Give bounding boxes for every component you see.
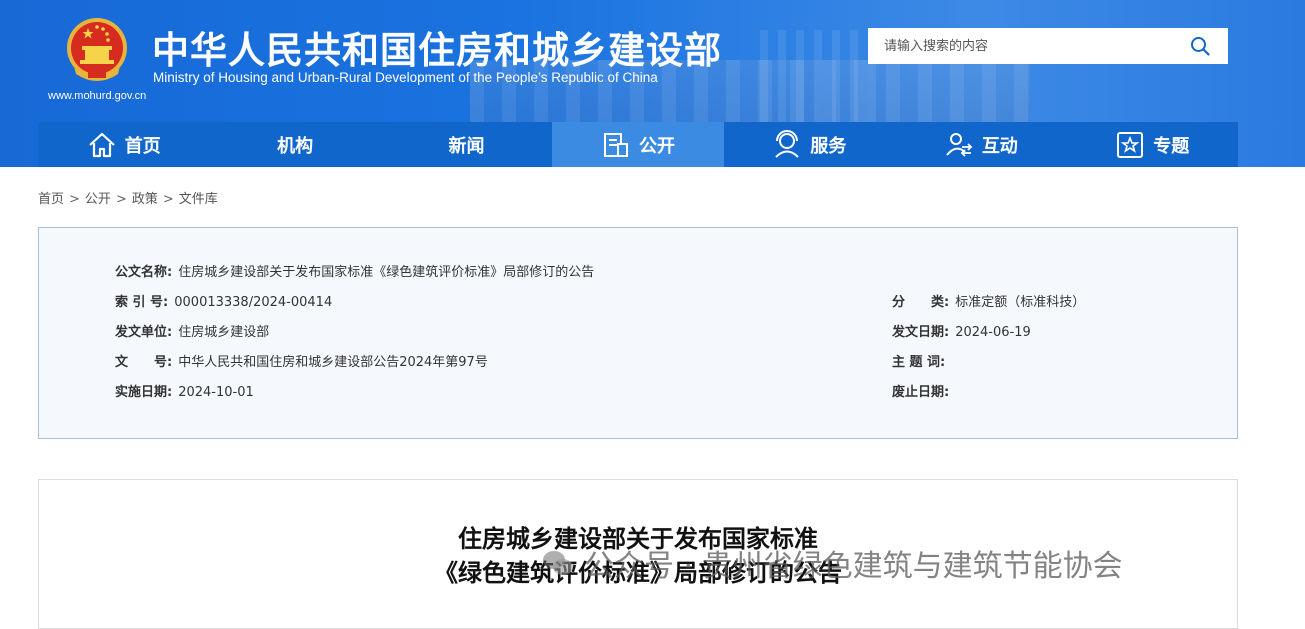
watermark: 公众号 · 贵州省绿色建筑与建筑节能协会 — [540, 541, 1123, 585]
info-issuer: 发文单位: 住房城乡建设部 — [115, 325, 270, 340]
header-background-tower — [760, 30, 880, 122]
star-icon — [1117, 131, 1144, 158]
breadcrumb-public[interactable]: 公开 — [85, 192, 111, 207]
info-abolish-date: 废止日期: — [892, 385, 950, 400]
main-nav: 首页 机构 新闻 公开 服务 互动 专题 — [38, 122, 1238, 167]
info-doc-name: 公文名称: 住房城乡建设部关于发布国家标准《绿色建筑评价标准》局部修订的公告 — [115, 265, 595, 280]
nav-item-interact[interactable]: 互动 — [895, 122, 1066, 167]
site-title-cn: 中华人民共和国住房和城乡建设部 — [152, 29, 722, 72]
nav-item-home[interactable]: 首页 — [38, 122, 209, 167]
search-input[interactable] — [868, 28, 1178, 64]
nav-item-public[interactable]: 公开 — [552, 122, 724, 167]
watermark-text: 公众号 · 贵州省绿色建筑与建筑节能协会 — [584, 549, 1123, 584]
nav-item-news[interactable]: 新闻 — [381, 122, 552, 167]
info-category: 分 类: 标准定额（标准科技） — [892, 295, 1086, 310]
breadcrumb-policy[interactable]: 政策 — [132, 192, 158, 207]
nav-item-label: 专题 — [1153, 135, 1190, 157]
info-effective-date: 实施日期: 2024-10-01 — [115, 385, 254, 400]
nav-item-label: 公开 — [638, 135, 675, 157]
nav-item-label: 互动 — [981, 135, 1018, 157]
search-icon[interactable] — [1190, 36, 1210, 56]
breadcrumb: 首页 > 公开 > 政策 > 文件库 — [38, 192, 218, 207]
service-icon — [775, 129, 800, 158]
nav-item-service[interactable]: 服务 — [724, 122, 895, 167]
wechat-icon — [543, 551, 573, 575]
nav-item-organization[interactable]: 机构 — [209, 122, 380, 167]
nav-item-label: 机构 — [277, 135, 314, 157]
interact-icon — [946, 132, 973, 157]
national-emblem-icon — [67, 18, 127, 81]
document-icon — [603, 132, 628, 157]
nav-item-label: 新闻 — [448, 135, 485, 157]
info-doc-number: 文 号: 中华人民共和国住房和城乡建设部公告2024年第97号 — [115, 355, 488, 370]
info-issue-date: 发文日期: 2024-06-19 — [892, 325, 1031, 340]
info-index: 索 引 号: 000013338/2024-00414 — [115, 295, 333, 310]
site-url[interactable]: www.mohurd.gov.cn — [48, 90, 146, 102]
site-title-en: Ministry of Housing and Urban-Rural Deve… — [153, 70, 658, 85]
breadcrumb-home[interactable]: 首页 — [38, 192, 64, 207]
nav-item-label: 服务 — [810, 135, 847, 157]
info-keywords: 主 题 词: — [892, 355, 946, 370]
breadcrumb-library[interactable]: 文件库 — [179, 192, 218, 207]
document-info-panel: 公文名称: 住房城乡建设部关于发布国家标准《绿色建筑评价标准》局部修订的公告 索 … — [38, 227, 1238, 439]
search-box — [868, 28, 1228, 64]
nav-item-label: 首页 — [124, 135, 161, 157]
nav-item-topics[interactable]: 专题 — [1067, 122, 1238, 167]
home-icon — [88, 132, 115, 157]
